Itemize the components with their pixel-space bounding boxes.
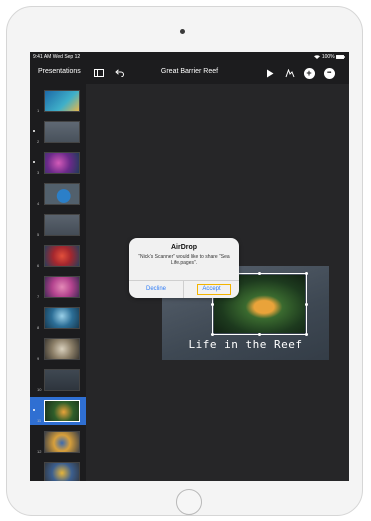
- slide-number: 7: [37, 294, 40, 299]
- more-icon[interactable]: •••: [322, 66, 336, 80]
- slide-skip-dot: [33, 161, 35, 163]
- slide-number: 1: [37, 108, 40, 113]
- slide-thumbnail[interactable]: [44, 183, 80, 205]
- slide-thumbnail[interactable]: [44, 307, 80, 329]
- wifi-icon: [314, 54, 321, 59]
- slide-thumbnail-row[interactable]: 11: [30, 397, 86, 425]
- slide-number: 10: [37, 387, 42, 392]
- more-button[interactable]: •••: [323, 67, 335, 79]
- accept-highlight: [197, 284, 231, 295]
- add-icon[interactable]: +: [302, 66, 316, 80]
- slide-thumbnail[interactable]: [44, 214, 80, 236]
- resize-handle[interactable]: [258, 333, 261, 336]
- resize-handle[interactable]: [258, 272, 261, 275]
- slide-number: 9: [37, 356, 40, 361]
- slide-thumbnail[interactable]: [44, 369, 80, 391]
- slide-number: 5: [37, 232, 40, 237]
- slide-skip-dot: [33, 409, 35, 411]
- slide-thumbnail-row[interactable]: 3: [30, 149, 86, 177]
- airdrop-alert: AirDrop “Nick’s Scanner” would like to s…: [129, 238, 239, 298]
- slide-thumbnail[interactable]: [44, 400, 80, 422]
- battery-icon: [336, 54, 345, 59]
- slide-thumbnail[interactable]: [44, 338, 80, 360]
- home-button[interactable]: [176, 489, 202, 515]
- status-bar: 9:41 AM Wed Sep 12 100%: [30, 52, 349, 62]
- slide-thumbnail[interactable]: [44, 90, 80, 112]
- status-time: 9:41 AM Wed Sep 12: [33, 54, 81, 60]
- resize-handle[interactable]: [305, 272, 308, 275]
- slide-thumbnail[interactable]: [44, 462, 80, 481]
- toolbar: Presentations Great Barrier Reef + •••: [30, 62, 349, 84]
- alert-actions: Decline Accept: [129, 280, 239, 298]
- resize-handle[interactable]: [305, 303, 308, 306]
- slide-thumbnail[interactable]: [44, 152, 80, 174]
- resize-handle[interactable]: [305, 333, 308, 336]
- slide-skip-dot: [33, 130, 35, 132]
- slide-thumbnail-row[interactable]: 1: [30, 87, 86, 115]
- slide-thumbnail-row[interactable]: 13: [30, 459, 86, 481]
- decline-button[interactable]: Decline: [129, 281, 184, 298]
- slide-number: 2: [37, 139, 40, 144]
- slide-thumbnail[interactable]: [44, 276, 80, 298]
- slide-thumbnail-row[interactable]: 2: [30, 118, 86, 146]
- slide-thumbnail-row[interactable]: 5: [30, 211, 86, 239]
- slide-number: 3: [37, 170, 40, 175]
- slide-thumbnail[interactable]: [44, 431, 80, 453]
- slide-thumbnail-row[interactable]: 7: [30, 273, 86, 301]
- alert-title: AirDrop: [170, 244, 198, 251]
- slide-number: 13: [37, 480, 41, 481]
- slide-number: 8: [37, 325, 40, 330]
- annotate-icon[interactable]: [283, 66, 297, 80]
- slide-navigator: 1413121110987654321 +: [30, 84, 86, 481]
- slide-thumbnail-row[interactable]: 6: [30, 242, 86, 270]
- resize-handle[interactable]: [211, 333, 214, 336]
- front-camera: [180, 29, 185, 34]
- play-icon[interactable]: [263, 66, 277, 80]
- slide-thumbnail-row[interactable]: 4: [30, 180, 86, 208]
- slide-thumbnail[interactable]: [44, 245, 80, 267]
- slide-thumbnail-row[interactable]: 12: [30, 428, 86, 456]
- slide-number: 12: [37, 449, 42, 454]
- slide-thumbnail-row[interactable]: 9: [30, 335, 86, 363]
- slide-thumbnail-row[interactable]: 8: [30, 304, 86, 332]
- slide-thumbnail-row[interactable]: 10: [30, 366, 86, 394]
- slide-number: 4: [37, 201, 40, 206]
- slide-number: 6: [37, 263, 40, 268]
- status-battery: 100%: [314, 54, 345, 60]
- add-button[interactable]: +: [303, 67, 315, 79]
- resize-handle[interactable]: [211, 303, 214, 306]
- battery-percent: 100%: [321, 54, 335, 60]
- slide-number: 11: [37, 418, 42, 423]
- slide-title: Life in the Reef: [188, 338, 303, 351]
- alert-message: “Nick’s Scanner” would like to share “Se…: [138, 254, 230, 266]
- slide-thumbnail[interactable]: [44, 121, 80, 143]
